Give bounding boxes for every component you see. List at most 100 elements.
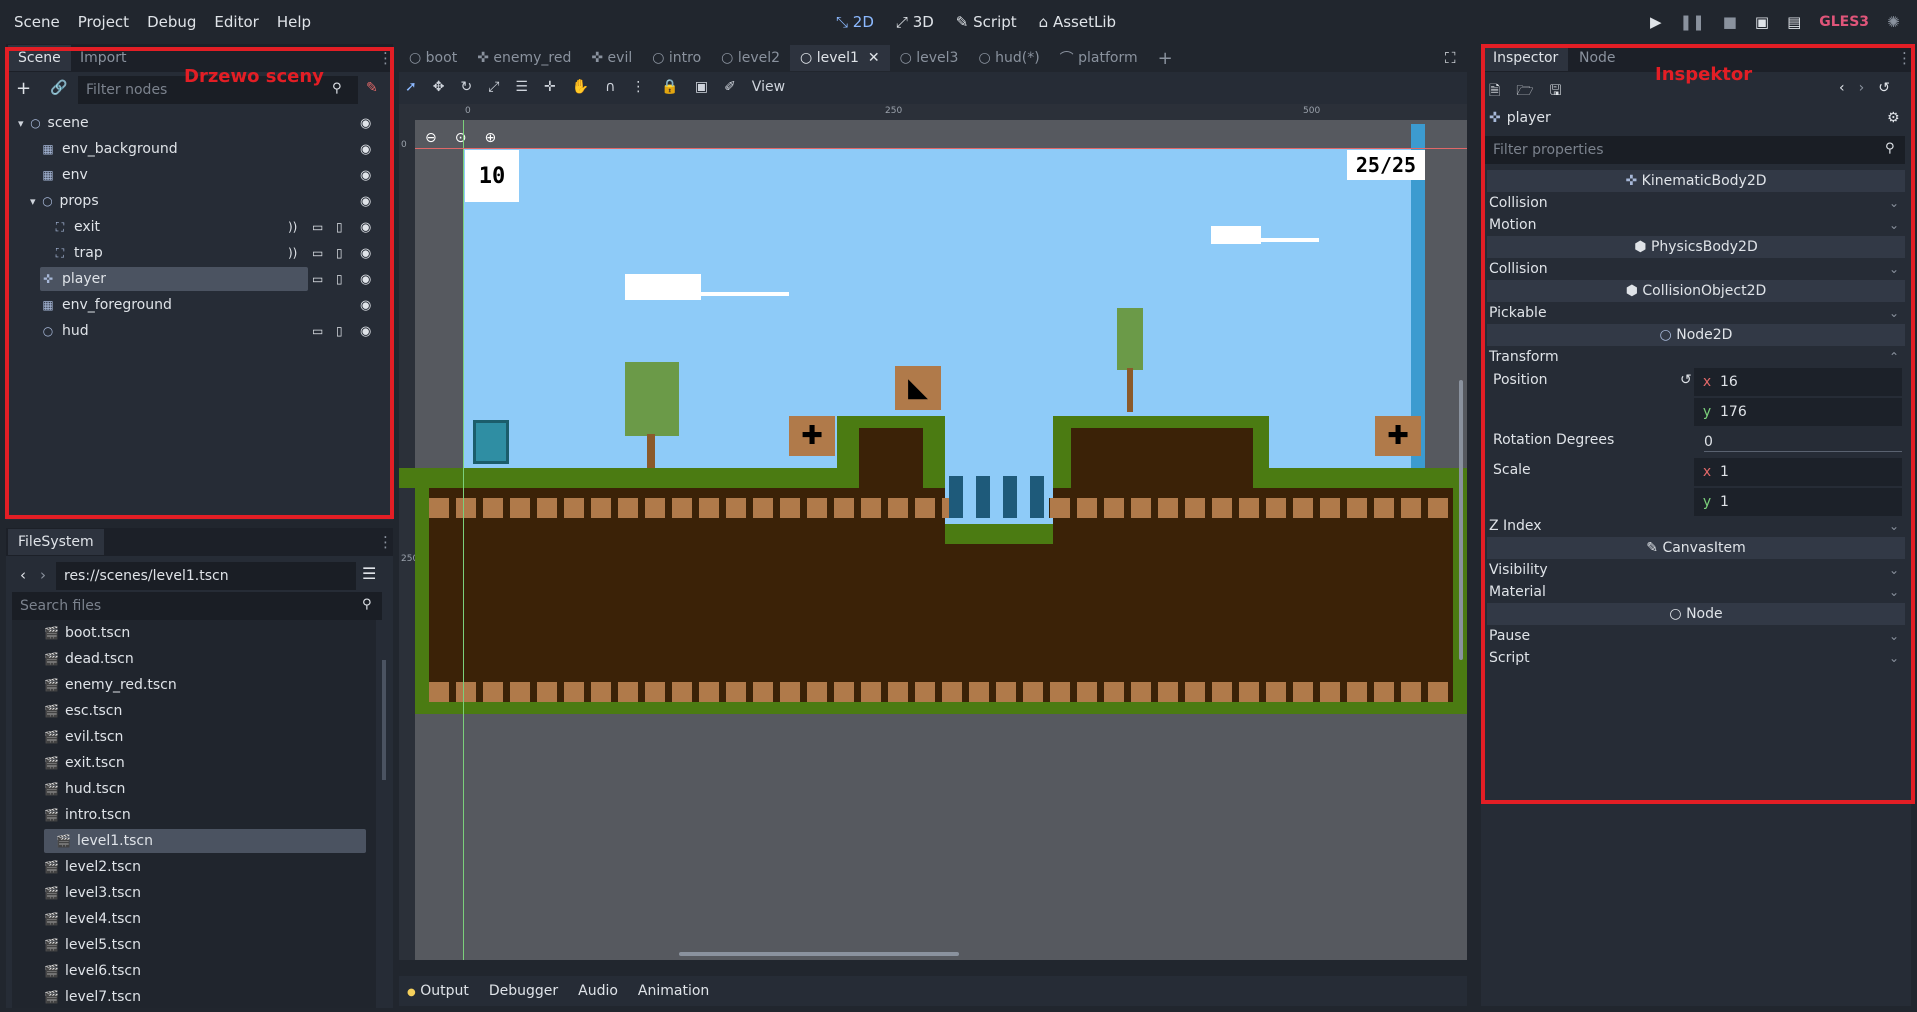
menu-debug[interactable]: Debug	[147, 13, 196, 31]
forward-arrow-icon[interactable]: ›	[1859, 80, 1865, 96]
pan-tool-icon[interactable]: ✋	[572, 79, 589, 95]
file-item[interactable]: 🎬 evil.tscn	[12, 724, 382, 750]
tree-node-trap[interactable]: ⛶ trap )) ▭ ▯ ◉	[6, 240, 376, 266]
select-tool-icon[interactable]: ➚	[405, 79, 417, 95]
history-icon[interactable]: ↺	[1878, 80, 1890, 96]
revert-icon[interactable]: ↺	[1680, 372, 1692, 388]
signal-icon[interactable]: ))	[288, 246, 297, 260]
close-icon[interactable]: ✕	[868, 50, 880, 66]
tab-filesystem[interactable]: FileSystem	[8, 529, 104, 555]
workspace-script-button[interactable]: ✎ Script	[956, 13, 1017, 31]
scene-tab-level3[interactable]: ○ level3	[890, 45, 969, 71]
scene-tab-boot[interactable]: ○ boot	[399, 45, 467, 71]
new-resource-icon[interactable]: 🗎	[1489, 80, 1500, 104]
file-item[interactable]: 🎬 exit.tscn	[12, 750, 382, 776]
menu-scene[interactable]: Scene	[14, 13, 60, 31]
visibility-eye-icon[interactable]: ◉	[360, 324, 371, 339]
file-item[interactable]: 🎬 level3.tscn	[12, 880, 382, 906]
tab-node[interactable]: Node	[1569, 45, 1626, 71]
script-icon[interactable]: ▯	[336, 272, 343, 286]
tab-output[interactable]: ● Output	[407, 983, 469, 999]
visibility-eye-icon[interactable]: ◉	[360, 194, 371, 209]
pivot-tool-icon[interactable]: ✛	[544, 79, 556, 95]
prop-pause[interactable]: Pause ⌄	[1487, 625, 1905, 647]
file-item[interactable]: 🎬 level4.tscn	[12, 906, 382, 932]
open-folder-icon[interactable]: 🗁	[1516, 80, 1533, 104]
search-files-input[interactable]: Search files	[12, 592, 382, 620]
signal-icon[interactable]: ))	[288, 220, 297, 234]
workspace-2d-button[interactable]: ⤡ 2D	[836, 13, 874, 31]
collapse-arrow-icon[interactable]: ▾	[30, 195, 36, 208]
filter-properties-input[interactable]: Filter properties	[1485, 136, 1905, 164]
split-mode-icon[interactable]: ☰	[362, 564, 376, 583]
instance-icon[interactable]: ▭	[312, 246, 323, 260]
dock-menu-icon[interactable]: ⋮	[1897, 49, 1912, 67]
scene-tab-intro[interactable]: ○ intro	[642, 45, 711, 71]
play-icon[interactable]: ▶	[1650, 13, 1662, 31]
workspace-3d-button[interactable]: ⤢ 3D	[896, 13, 934, 31]
visibility-eye-icon[interactable]: ◉	[360, 246, 371, 261]
prop-collision-2[interactable]: Collision ⌄	[1487, 258, 1905, 280]
scale-x-field[interactable]: x1	[1694, 458, 1902, 486]
visibility-eye-icon[interactable]: ◉	[360, 168, 371, 183]
file-item[interactable]: 🎬 intro.tscn	[12, 802, 382, 828]
script-icon[interactable]: ▯	[336, 246, 343, 260]
file-item[interactable]: 🎬 esc.tscn	[12, 698, 382, 724]
menu-help[interactable]: Help	[277, 13, 311, 31]
visibility-eye-icon[interactable]: ◉	[360, 220, 371, 235]
prop-pickable[interactable]: Pickable ⌄	[1487, 302, 1905, 324]
viewport-h-scrollbar[interactable]	[679, 952, 959, 956]
visibility-eye-icon[interactable]: ◉	[360, 272, 371, 287]
prop-material[interactable]: Material ⌄	[1487, 581, 1905, 603]
tree-node-scene[interactable]: ▾ ○ scene ◉	[6, 110, 376, 136]
tab-animation[interactable]: Animation	[638, 983, 709, 999]
tree-node-env[interactable]: ▦ env ◉	[6, 162, 376, 188]
position-x-field[interactable]: x 16	[1694, 368, 1902, 396]
tree-node-player[interactable]: ✜ player ▭ ▯ ◉	[6, 266, 376, 292]
prop-script[interactable]: Script ⌄	[1487, 647, 1905, 669]
snap-menu-icon[interactable]: ⋮	[631, 79, 645, 95]
file-item[interactable]: 🎬 level5.tscn	[12, 932, 382, 958]
back-arrow-icon[interactable]: ‹	[1839, 80, 1845, 96]
group-icon[interactable]: ▣	[695, 79, 708, 95]
file-item[interactable]: 🎬 hud.tscn	[12, 776, 382, 802]
position-y-field[interactable]: y 176	[1694, 398, 1902, 426]
back-arrow-icon[interactable]: ‹	[20, 566, 26, 584]
player-sprite[interactable]	[473, 420, 509, 464]
stop-icon[interactable]: ■	[1723, 13, 1737, 31]
tree-node-props[interactable]: ▾ ○ props ◉	[6, 188, 376, 214]
file-item[interactable]: 🎬 level7.tscn	[12, 984, 382, 1008]
file-item[interactable]: 🎬 enemy_red.tscn	[12, 672, 382, 698]
script-icon[interactable]: ▯	[336, 220, 343, 234]
move-tool-icon[interactable]: ✥	[433, 79, 445, 95]
menu-editor[interactable]: Editor	[214, 13, 258, 31]
workspace-assetlib-button[interactable]: ⌂ AssetLib	[1039, 13, 1116, 31]
viewport-2d[interactable]: 0 250 500 0 250 ⊖ ⊙ ⊕ 10 25/25 ✚ ◣ ✚	[399, 104, 1467, 960]
scale-tool-icon[interactable]: ⤢	[488, 79, 499, 95]
tree-node-hud[interactable]: ○ hud ▭ ▯ ◉	[6, 318, 376, 344]
tree-node-env-foreground[interactable]: ▦ env_foreground ◉	[6, 292, 376, 318]
zoom-out-icon[interactable]: ⊖	[425, 130, 437, 146]
file-item[interactable]: 🎬 level2.tscn	[12, 854, 382, 880]
lock-icon[interactable]: 🔒	[661, 79, 678, 95]
instance-icon[interactable]: ▭	[312, 220, 323, 234]
zoom-reset-icon[interactable]: ⊙	[455, 130, 467, 146]
visibility-eye-icon[interactable]: ◉	[360, 298, 371, 313]
scene-tab-platform[interactable]: ⌒ platform	[1050, 45, 1148, 71]
snap-icon[interactable]: ∩	[605, 79, 615, 95]
scene-tab-level1[interactable]: ○ level1 ✕	[790, 45, 890, 71]
file-list-scrollbar[interactable]	[382, 660, 386, 780]
scene-tab-enemy-red[interactable]: ✜ enemy_red	[467, 45, 581, 71]
file-item-selected[interactable]: 🎬 level1.tscn	[12, 828, 382, 854]
rotation-slider[interactable]	[1704, 451, 1902, 452]
menu-project[interactable]: Project	[78, 13, 129, 31]
scene-tab-evil[interactable]: ✜ evil	[581, 45, 642, 71]
add-tab-button[interactable]: +	[1148, 45, 1183, 71]
skeleton-icon[interactable]: ✐	[724, 79, 736, 95]
object-properties-icon[interactable]: ⚙	[1887, 110, 1900, 126]
tree-node-env-background[interactable]: ▦ env_background ◉	[6, 136, 376, 162]
tab-inspector[interactable]: Inspector	[1483, 45, 1569, 71]
prop-visibility[interactable]: Visibility ⌄	[1487, 559, 1905, 581]
dock-menu-icon[interactable]: ⋮	[378, 49, 393, 67]
scale-y-field[interactable]: y1	[1694, 488, 1902, 516]
